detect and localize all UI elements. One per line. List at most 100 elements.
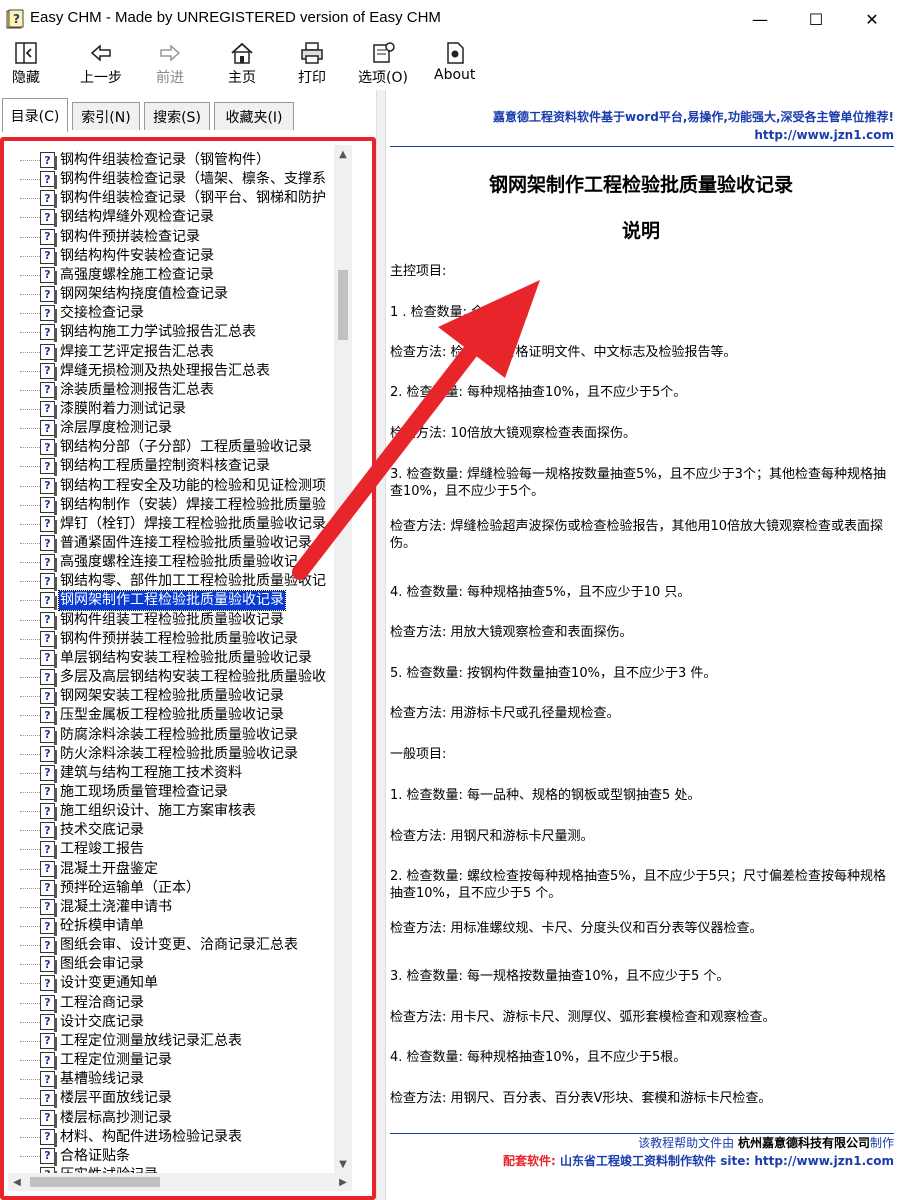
scroll-right-icon[interactable]: ▶ [334,1173,352,1191]
horizontal-scrollbar[interactable]: ◀ ▶ [8,1173,352,1191]
vertical-scrollbar[interactable]: ▲ ▼ [334,145,352,1173]
tree-item[interactable]: ? 单层钢结构安装工程检验批质量验收记录 [8,649,334,668]
tab-contents[interactable]: 目录(C) [2,98,68,132]
tree-item[interactable]: ? 钢结构分部（子分部）工程质量验收记录 [8,438,334,458]
tree-item[interactable]: ? 设计变更通知单 [8,974,334,994]
tree-item[interactable]: ? 高强度螺栓连接工程检验批质量验收记 [8,553,334,573]
tree-item[interactable]: ? 工程洽商记录 [8,994,334,1013]
contents-tree[interactable]: ? 钢构件组装检查记录（钢管构件）? 钢构件组装检查记录（墙架、檩条、支撑系? 钢构件… [8,145,334,1173]
home-button[interactable]: 主页 [228,40,256,88]
tree-item[interactable]: ? 压型金属板工程检验批质量验收记录 [8,706,334,726]
tree-connector [20,1136,40,1138]
tree-item[interactable]: ? 预拌砼运输单（正本） [8,879,334,898]
tree-item[interactable]: ?压实性试验记录 [8,1166,334,1173]
tree-item[interactable]: ? 施工现场质量管理检查记录 [8,783,334,802]
tree-item[interactable]: ? 涂层厚度检测记录 [8,419,334,439]
tree-item[interactable]: ? 焊接工艺评定报告汇总表 [8,343,334,362]
tree-item[interactable]: ? 混凝土开盘鉴定 [8,860,334,879]
hide-button[interactable]: 隐藏 [12,40,40,88]
horizontal-scroll-thumb[interactable] [30,1177,160,1187]
tree-item[interactable]: ? 涂装质量检测报告汇总表 [8,381,334,400]
tree-item[interactable]: ? 钢结构施工力学试验报告汇总表 [8,323,334,343]
help-page-icon: ? [40,381,57,400]
tree-item[interactable]: ? 砼拆模申请单 [8,917,334,936]
tree-item[interactable]: ? 图纸会审记录 [8,955,334,975]
tree-connector [20,447,40,449]
tree-item[interactable]: ? 钢构件预拼装工程检验批质量验收记录 [8,630,334,649]
tree-item[interactable]: ? 钢构件组装检查记录（钢平台、钢梯和防护 [8,189,334,209]
help-page-icon: ? [40,1013,57,1032]
tab-favorites[interactable]: 收藏夹(I) [214,102,294,130]
tree-item-label: 焊缝无损检测及热处理报告汇总表 [60,362,270,379]
tree-item[interactable]: ? 材料、构配件进场检验记录表 [8,1128,334,1147]
options-button[interactable]: 选项(O) [358,40,408,88]
tree-item[interactable]: ? 钢结构构件安装检查记录 [8,247,334,266]
tree-item[interactable]: ? 钢结构零、部件加工工程检验批质量验收记 [8,572,334,592]
maximize-button[interactable]: ☐ [788,0,844,38]
help-book-icon: ? [6,9,24,29]
tree-item[interactable]: ? 工程定位测量放线记录汇总表 [8,1032,334,1051]
print-button[interactable]: 打印 [298,40,326,88]
printer-icon [301,42,323,64]
tree-item[interactable]: ? 楼层标高抄测记录 [8,1109,334,1128]
tree-item[interactable]: ? 钢网架安装工程检验批质量验收记录 [8,687,334,707]
document-subtitle: 说明 [621,220,660,242]
footer-site-link[interactable]: site: http://www.jzn1.com [720,1154,894,1168]
tree-item[interactable]: ? 设计交底记录 [8,1013,334,1032]
tree-item[interactable]: ? 基槽验线记录 [8,1070,334,1090]
tree-item[interactable]: ? 钢构件组装检查记录（钢管构件） [8,151,334,170]
tree-connector [20,830,40,832]
tree-item[interactable]: ? 图纸会审、设计变更、洽商记录汇总表 [8,936,334,956]
tree-item-label: 设计交底记录 [60,1013,144,1030]
tree-item[interactable]: ? 钢网架结构挠度值检查记录 [8,285,334,305]
tree-item[interactable]: ? 钢构件组装检查记录（墙架、檩条、支撑系 [8,170,334,190]
minimize-button[interactable]: — [732,0,788,38]
tree-item[interactable]: ? 钢结构工程质量控制资料核查记录 [8,457,334,477]
forward-button[interactable]: 前进 [156,40,184,88]
tree-item[interactable]: ? 楼层平面放线记录 [8,1089,334,1109]
tree-item[interactable]: ? 钢网架制作工程检验批质量验收记录 [8,590,334,612]
tree-item[interactable]: ? 普通紧固件连接工程检验批质量验收记录 [8,534,334,553]
tree-item-label: 钢网架制作工程检验批质量验收记录 [58,590,286,612]
tree-item[interactable]: ? 工程竣工报告 [8,840,334,860]
tree-item-label: 设计变更通知单 [60,975,158,992]
header-url-link[interactable]: http://www.jzn1.com [754,128,894,142]
tree-item[interactable]: ? 防火涂料涂装工程检验批质量验收记录 [8,745,334,764]
tree-item[interactable]: ? 混凝土浇灌申请书 [8,898,334,917]
tree-item[interactable]: ? 多层及高层钢结构安装工程检验批质量验收 [8,668,334,688]
tree-item[interactable]: ? 焊钉（栓钉）焊接工程检验批质量验收记录 [8,515,334,534]
tree-item[interactable]: ? 建筑与结构工程施工技术资料 [8,764,334,783]
tree-connector [20,523,40,525]
tree-item-label: 钢结构分部（子分部）工程质量验收记录 [60,439,312,456]
back-label: 上一步 [80,70,122,86]
vertical-scroll-thumb[interactable] [338,270,348,340]
tree-item[interactable]: ? 合格证贴条 [8,1147,334,1166]
tree-item[interactable]: ? 钢结构工程安全及功能的检验和见证检测项 [8,477,334,496]
back-button[interactable]: 上一步 [80,40,122,88]
scroll-up-icon[interactable]: ▲ [334,145,352,163]
content-paragraph: 检查方法: 10倍放大镜观察检查表面探伤。 [390,426,637,441]
tree-item[interactable]: ? 技术交底记录 [8,821,334,841]
tree-item[interactable]: ? 钢构件组装工程检验批质量验收记录 [8,611,334,630]
tree-item[interactable]: ? 漆膜附着力测试记录 [8,400,334,419]
tree-item[interactable]: ? 防腐涂料涂装工程检验批质量验收记录 [8,726,334,745]
tree-item[interactable]: ? 钢结构焊缝外观检查记录 [8,208,334,228]
tree-connector [20,408,40,410]
close-button[interactable]: ✕ [844,0,900,38]
tree-item[interactable]: ? 交接检查记录 [8,304,334,324]
tab-index[interactable]: 索引(N) [72,102,140,130]
tree-item-label: 钢构件预拼装检查记录 [60,228,200,245]
tree-item[interactable]: ? 施工组织设计、施工方案审核表 [8,802,334,822]
tree-connector [20,619,40,621]
tree-item[interactable]: ? 高强度螺栓施工检查记录 [8,266,334,285]
tree-item[interactable]: ? 钢构件预拼装检查记录 [8,228,334,247]
tree-item[interactable]: ? 钢结构制作（安装）焊接工程检验批质量验 [8,496,334,515]
scroll-down-icon[interactable]: ▼ [334,1155,352,1173]
tree-item[interactable]: ? 工程定位测量记录 [8,1051,334,1071]
about-button[interactable]: About [434,40,475,88]
scroll-left-icon[interactable]: ◀ [8,1173,26,1191]
tab-search[interactable]: 搜索(S) [144,102,210,130]
tree-item[interactable]: ? 焊缝无损检测及热处理报告汇总表 [8,362,334,381]
tree-item-label: 高强度螺栓连接工程检验批质量验收记 [60,554,298,571]
pane-splitter[interactable] [376,90,386,1200]
